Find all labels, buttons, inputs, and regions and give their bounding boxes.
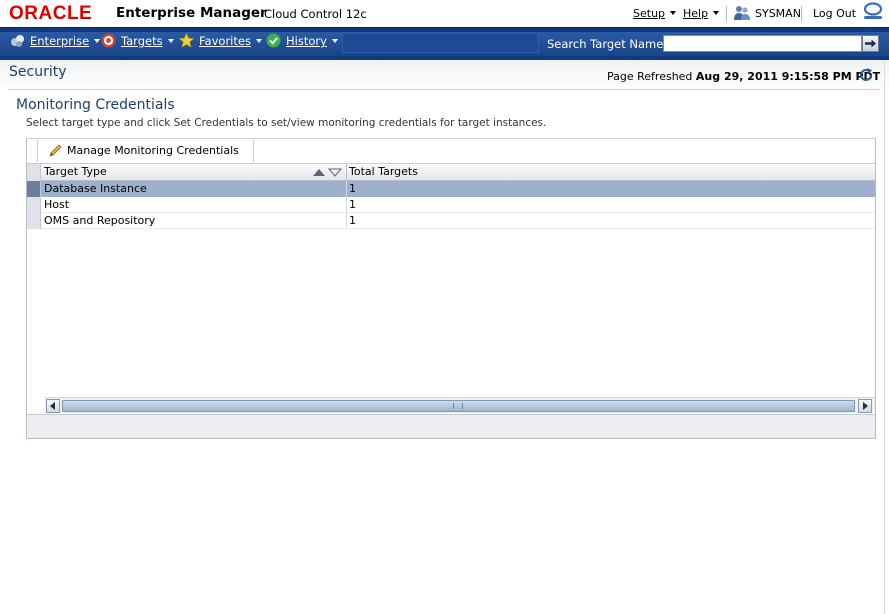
table-toolbar: Manage Monitoring Credentials [27,139,875,164]
nav-spacer [342,33,539,53]
section-description: Select target type and click Set Credent… [26,117,547,129]
targets-icon [101,33,116,48]
table-row[interactable]: OMS and Repository 1 [27,213,875,229]
chevron-down-icon [94,38,101,43]
product-name: Enterprise Manager [116,5,267,21]
page-refreshed: Page Refreshed Aug 29, 2011 9:15:58 PM P… [607,70,880,83]
column-header-total-targets[interactable]: Total Targets [349,164,418,180]
horizontal-scrollbar[interactable] [45,397,875,413]
column-divider [346,213,347,229]
row-selector[interactable] [27,181,41,197]
nav-enterprise-label: Enterprise [30,34,90,48]
search-type-selector[interactable]: Search Target Name [547,37,675,51]
search-go-button[interactable] [862,35,879,52]
row-selector[interactable] [27,213,41,229]
row-selector[interactable] [27,197,41,213]
enterprise-icon [11,35,24,47]
help-menu[interactable]: Help [683,7,720,20]
column-header-target-type[interactable]: Target Type [44,164,107,180]
scrollbar-thumb[interactable] [62,400,855,412]
nav-targets-label: Targets [121,34,163,48]
header-divider [8,89,880,90]
column-divider[interactable] [346,164,347,181]
table-header-row: Target Type Total Targets [27,164,875,181]
nav-favorites[interactable]: Favorites [179,33,262,49]
column-divider [346,181,347,197]
user-icon [734,6,750,20]
page-edge [884,60,885,614]
manage-button-label: Manage Monitoring Credentials [67,144,239,157]
global-nav-bar: Enterprise Targets Favorites History Sea… [0,27,889,60]
cell-target-type: OMS and Repository [44,214,156,227]
section-title: Monitoring Credentials [16,97,175,113]
nav-history-label: History [286,34,327,48]
sort-icon[interactable] [313,167,343,177]
nav-favorites-label: Favorites [199,34,251,48]
nav-history[interactable]: History [266,33,338,49]
chevron-right-icon [863,402,868,410]
setup-menu-label: Setup [633,7,666,20]
column-divider [346,197,347,213]
chevron-down-icon [713,11,720,15]
search-type-label: Search Target Name [547,37,664,51]
oracle-logo: ORACLE [9,3,93,24]
nav-enterprise[interactable]: Enterprise [10,33,101,49]
page-refreshed-label: Page Refreshed [607,70,693,83]
chevron-down-icon [331,38,338,43]
pencil-icon [49,143,62,156]
setup-menu[interactable]: Setup [633,7,677,20]
help-menu-label: Help [683,7,709,20]
cell-total-targets: 1 [349,198,356,211]
refresh-icon[interactable] [858,67,874,83]
scroll-right-button[interactable] [858,399,872,413]
history-icon [266,33,281,48]
table-row[interactable]: Host 1 [27,197,875,213]
cell-total-targets: 1 [349,182,356,195]
row-header-corner [27,164,41,181]
manage-monitoring-credentials-button[interactable]: Manage Monitoring Credentials [37,140,254,162]
chevron-down-icon [670,11,677,15]
user-name[interactable]: SYSMAN [755,7,801,20]
logout-link[interactable]: Log Out [813,7,856,20]
credentials-panel: Manage Monitoring Credentials Target Typ… [26,139,876,439]
arrow-right-icon [865,39,876,48]
page-refreshed-value: Aug 29, 2011 9:15:58 PM PDT [695,70,881,83]
chevron-down-icon [255,38,262,43]
table-footer [27,414,875,438]
star-icon [179,33,194,48]
brand-bar: ORACLE Enterprise Manager Cloud Control … [0,0,889,27]
cell-target-type: Host [44,198,70,211]
table-row[interactable]: Database Instance 1 [27,181,875,197]
search-target-input[interactable] [663,35,862,52]
divider [801,6,802,22]
page-title: Security [9,64,67,80]
divider [726,6,727,22]
scroll-left-button[interactable] [46,399,60,413]
nav-targets[interactable]: Targets [101,33,174,49]
oracle-help-icon[interactable] [863,2,883,20]
product-edition: Cloud Control 12c [264,7,367,21]
cell-total-targets: 1 [349,214,356,227]
cell-target-type: Database Instance [44,182,147,195]
chevron-left-icon [50,402,55,410]
chevron-down-icon [167,38,174,43]
scrollbar-grip [453,403,463,409]
